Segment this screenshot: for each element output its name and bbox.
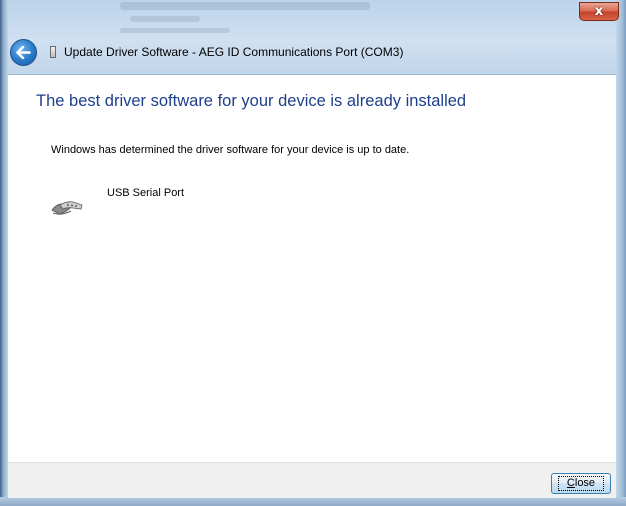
device-name: USB Serial Port [107, 187, 185, 199]
frame-left-edge [0, 0, 8, 506]
device-icon [50, 46, 56, 58]
title-bar: Update Driver Software - AEG ID Communic… [8, 32, 616, 72]
back-button[interactable] [10, 38, 37, 66]
window-close-button[interactable]: x [579, 2, 619, 21]
window-title: Update Driver Software - AEG ID Communic… [64, 45, 404, 59]
close-button-label: Close [557, 476, 605, 491]
frame-bottom-edge [0, 497, 626, 506]
button-bar: Close [8, 462, 616, 498]
glass-background-hint [120, 2, 370, 10]
serial-port-icon [51, 201, 83, 215]
page-title: The best driver software for your device… [36, 92, 467, 110]
close-button-mnemonic: C [566, 477, 575, 489]
glass-background-hint [130, 16, 200, 22]
back-arrow-icon [16, 45, 31, 59]
frame-right-edge [616, 0, 626, 506]
close-button[interactable]: Close [551, 473, 611, 494]
close-button-rest: lose [574, 477, 596, 489]
content-panel: The best driver software for your device… [8, 74, 616, 463]
status-message: Windows has determined the driver softwa… [51, 144, 410, 156]
close-icon: x [594, 4, 604, 19]
window-frame: x Update Driver Software - AEG ID Commun… [0, 0, 626, 506]
